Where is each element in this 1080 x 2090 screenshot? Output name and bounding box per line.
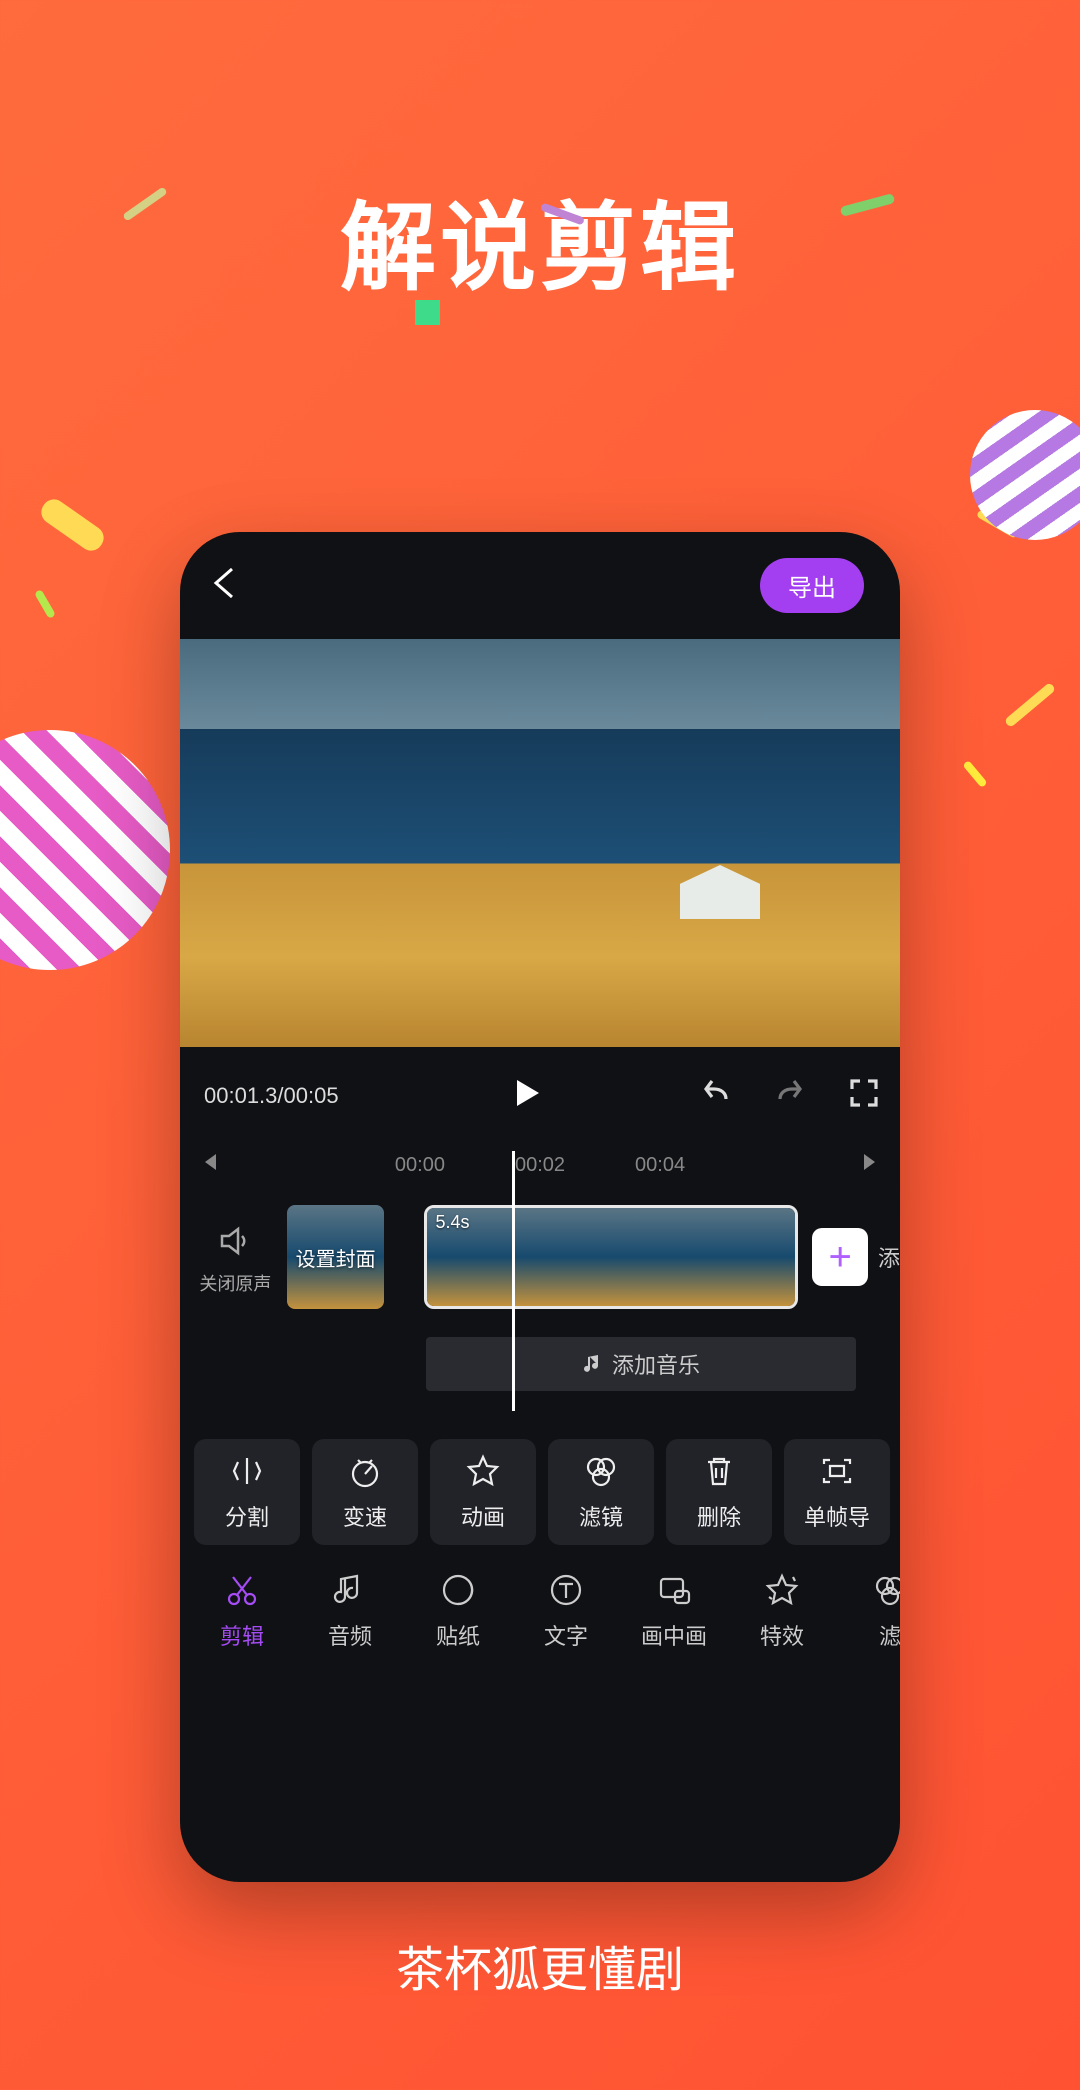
tool-split[interactable]: 分割 <box>194 1439 300 1545</box>
decorative-ball <box>0 730 170 970</box>
tool-label: 变速 <box>343 1500 387 1532</box>
tool-speed[interactable]: 变速 <box>312 1439 418 1545</box>
export-button[interactable]: 导出 <box>760 558 864 613</box>
tool-animation[interactable]: 动画 <box>430 1439 536 1545</box>
confetti <box>1004 682 1056 728</box>
ruler-tick: 00:04 <box>635 1154 685 1177</box>
redo-icon[interactable] <box>772 1075 808 1117</box>
tool-label: 分割 <box>225 1500 269 1532</box>
tool-label: 单帧导 <box>804 1500 870 1532</box>
topbar: 导出 <box>180 532 900 639</box>
bottom-tabs: 剪辑 音频 贴纸 文字 画中画 特效 滤 <box>180 1545 900 1651</box>
tab-effects[interactable]: 特效 <box>732 1571 832 1651</box>
player-controls: 00:01.3/00:05 <box>180 1047 900 1145</box>
tool-row: 分割 变速 动画 滤镜 删除 单帧导 <box>180 1391 900 1545</box>
tab-label: 贴纸 <box>436 1619 480 1651</box>
back-icon[interactable] <box>204 561 248 610</box>
tab-label: 画中画 <box>641 1619 707 1651</box>
clip-thumbnail <box>611 1208 703 1306</box>
tool-label: 动画 <box>461 1500 505 1532</box>
confetti <box>37 495 109 556</box>
tool-frame-export[interactable]: 单帧导 <box>784 1439 890 1545</box>
skip-start-icon[interactable] <box>198 1151 220 1179</box>
timeline[interactable]: 关闭原声 设置封面 5.4s + 添 <box>180 1199 900 1315</box>
mute-original-button[interactable]: 关闭原声 <box>198 1224 273 1296</box>
tool-label: 滤镜 <box>579 1500 623 1532</box>
add-music-label: 添加音乐 <box>612 1348 700 1380</box>
confetti <box>962 760 987 788</box>
ruler-tick: 00:00 <box>395 1154 445 1177</box>
tab-edit[interactable]: 剪辑 <box>192 1571 292 1651</box>
tool-label: 删除 <box>697 1500 741 1532</box>
tab-label: 特效 <box>760 1619 804 1651</box>
confetti <box>415 300 440 325</box>
playback-time: 00:01.3/00:05 <box>204 1083 339 1109</box>
mute-label: 关闭原声 <box>199 1270 271 1296</box>
clip-thumbnail <box>703 1208 795 1306</box>
ruler-tick: 00:02 <box>515 1154 565 1177</box>
tab-label: 音频 <box>328 1619 372 1651</box>
add-music-button[interactable]: 添加音乐 <box>426 1337 856 1391</box>
tab-text[interactable]: 文字 <box>516 1571 616 1651</box>
tool-delete[interactable]: 删除 <box>666 1439 772 1545</box>
set-cover-button[interactable]: 设置封面 <box>287 1205 385 1309</box>
fullscreen-icon[interactable] <box>846 1075 882 1117</box>
tab-label: 文字 <box>544 1619 588 1651</box>
play-icon[interactable] <box>509 1076 543 1116</box>
app-frame: 导出 00:01.3/00:05 00:00 00:02 00:04 <box>180 532 900 1882</box>
cover-label: 设置封面 <box>296 1243 376 1272</box>
timeline-ruler: 00:00 00:02 00:04 <box>180 1145 900 1191</box>
tab-label: 剪辑 <box>220 1619 264 1651</box>
promo-subtitle: 茶杯狐更懂剧 <box>0 1930 1080 2000</box>
tab-audio[interactable]: 音频 <box>300 1571 400 1651</box>
playhead[interactable] <box>512 1151 515 1411</box>
tool-filter[interactable]: 滤镜 <box>548 1439 654 1545</box>
clip-duration: 5.4s <box>435 1212 469 1233</box>
clip-thumbnail <box>519 1208 611 1306</box>
skip-end-icon[interactable] <box>860 1151 882 1179</box>
tab-filter[interactable]: 滤 <box>840 1571 900 1651</box>
video-preview[interactable] <box>180 639 900 1047</box>
video-clip[interactable]: 5.4s <box>424 1205 798 1309</box>
confetti <box>34 589 56 619</box>
tab-label: 滤 <box>879 1619 900 1651</box>
add-clip-button[interactable]: + <box>812 1228 868 1286</box>
add-clip-label: 添 <box>878 1241 900 1273</box>
undo-icon[interactable] <box>698 1075 734 1117</box>
tab-pip[interactable]: 画中画 <box>624 1571 724 1651</box>
tab-sticker[interactable]: 贴纸 <box>408 1571 508 1651</box>
